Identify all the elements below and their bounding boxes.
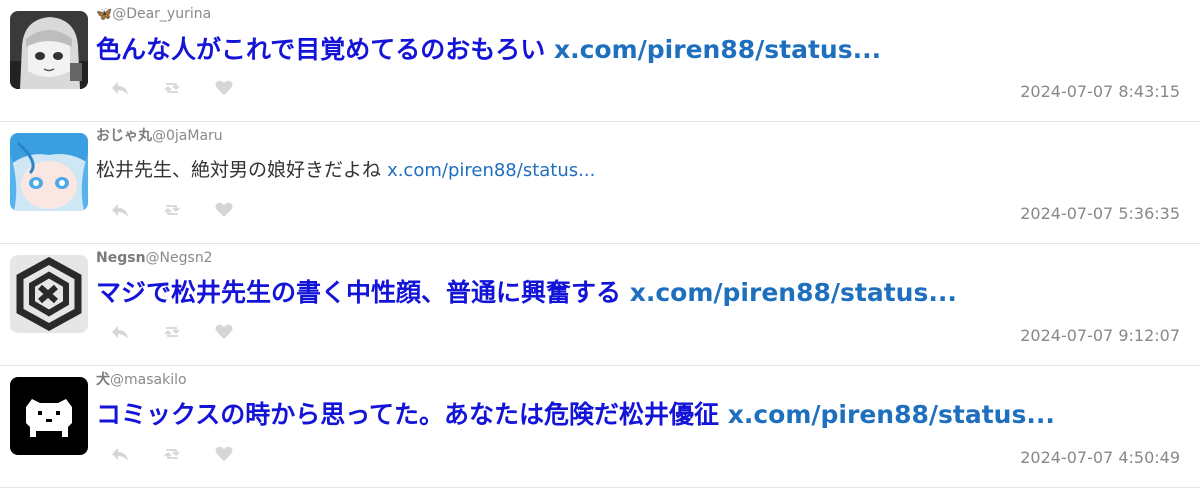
retweet-icon[interactable] <box>162 444 182 464</box>
tweet-actions <box>110 78 266 98</box>
user-line: おじゃ丸@0jaMaru <box>96 127 1180 145</box>
tweet-link[interactable]: x.com/piren88/status... <box>387 160 595 181</box>
avatar[interactable] <box>10 255 88 333</box>
tweet-item: Negsn@Negsn2 マジで松井先生の書く中性顔、普通に興奮する x.com… <box>0 244 1200 366</box>
retweet-icon[interactable] <box>162 200 182 220</box>
tweet-body: 松井先生、絶対男の娘好きだよね <box>96 159 382 181</box>
heart-icon[interactable] <box>214 78 234 98</box>
tweet-link[interactable]: x.com/piren88/status... <box>554 35 881 64</box>
reply-icon[interactable] <box>110 322 130 342</box>
tweet-item: おじゃ丸@0jaMaru 松井先生、絶対男の娘好きだよね x.com/piren… <box>0 122 1200 244</box>
heart-icon[interactable] <box>214 200 234 220</box>
avatar[interactable] <box>10 377 88 455</box>
tweet-text: コミックスの時から思ってた。あなたは危険だ松井優征 x.com/piren88/… <box>96 400 1180 430</box>
tweet-body: 色んな人がこれで目覚めてるのおもろい <box>96 35 546 64</box>
heart-icon[interactable] <box>214 322 234 342</box>
timestamp[interactable]: 2024-07-07 9:12:07 <box>1020 326 1180 345</box>
retweet-icon[interactable] <box>162 322 182 342</box>
display-name[interactable]: Negsn <box>96 250 146 266</box>
tweet-actions <box>110 200 266 220</box>
avatar[interactable] <box>10 133 88 211</box>
tweet-text: 松井先生、絶対男の娘好きだよね x.com/piren88/status... <box>96 158 1180 183</box>
tweet-text: マジで松井先生の書く中性顔、普通に興奮する x.com/piren88/stat… <box>96 278 1180 308</box>
user-handle[interactable]: @masakilo <box>110 372 187 388</box>
timestamp[interactable]: 2024-07-07 4:50:49 <box>1020 448 1180 467</box>
display-name[interactable]: おじゃ丸 <box>96 128 152 144</box>
tweet-link[interactable]: x.com/piren88/status... <box>630 278 957 307</box>
reply-icon[interactable] <box>110 78 130 98</box>
user-line: 犬@masakilo <box>96 371 1180 389</box>
tweet-link[interactable]: x.com/piren88/status... <box>728 400 1055 429</box>
tweet-item: 🦋@Dear_yurina 色んな人がこれで目覚めてるのおもろい x.com/p… <box>0 0 1200 122</box>
user-line: 🦋@Dear_yurina <box>96 5 1180 24</box>
timestamp[interactable]: 2024-07-07 8:43:15 <box>1020 82 1180 101</box>
user-handle[interactable]: @Negsn2 <box>146 250 213 266</box>
tweet-actions <box>110 444 266 464</box>
reply-icon[interactable] <box>110 200 130 220</box>
tweet-body: マジで松井先生の書く中性顔、普通に興奮する <box>96 278 622 307</box>
user-handle[interactable]: @0jaMaru <box>152 128 223 144</box>
retweet-icon[interactable] <box>162 78 182 98</box>
user-line: Negsn@Negsn2 <box>96 249 1180 267</box>
reply-icon[interactable] <box>110 444 130 464</box>
tweet-item: 犬@masakilo コミックスの時から思ってた。あなたは危険だ松井優征 x.c… <box>0 366 1200 488</box>
timestamp[interactable]: 2024-07-07 5:36:35 <box>1020 204 1180 223</box>
tweet-actions <box>110 322 266 342</box>
display-name[interactable]: 犬 <box>96 372 110 388</box>
tweet-body: コミックスの時から思ってた。あなたは危険だ松井優征 <box>96 400 720 429</box>
avatar[interactable] <box>10 11 88 89</box>
heart-icon[interactable] <box>214 444 234 464</box>
user-handle[interactable]: @Dear_yurina <box>112 6 211 22</box>
tweet-text: 色んな人がこれで目覚めてるのおもろい x.com/piren88/status.… <box>96 35 1180 65</box>
butterfly-emoji: 🦋 <box>96 7 113 22</box>
